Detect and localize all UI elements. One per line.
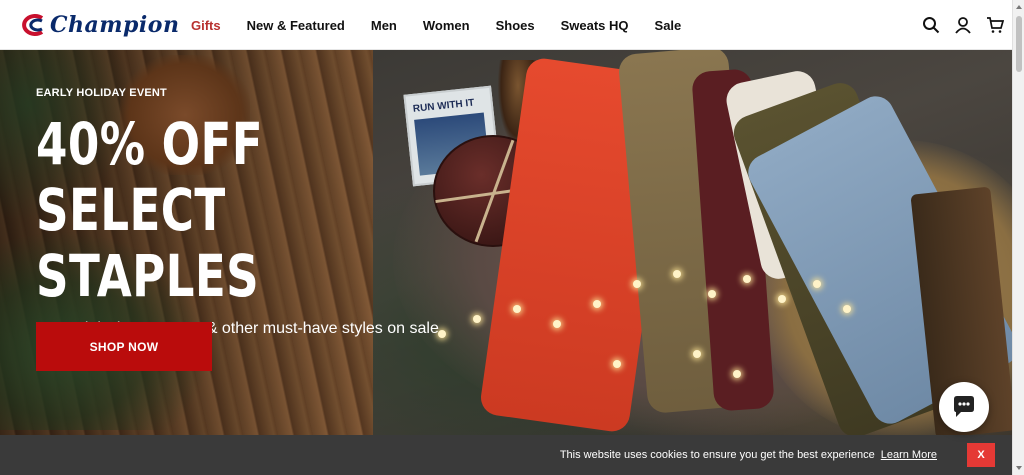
cart-icon[interactable] <box>986 16 1004 34</box>
scroll-down-arrow-icon[interactable] <box>1016 466 1022 470</box>
hero-banner: RUN WITH IT EARLY HOLIDAY EVENT 40% OFF … <box>0 50 1012 435</box>
nav-item-women[interactable]: Women <box>423 18 470 33</box>
logo-wordmark: Champion <box>50 12 180 38</box>
nav-item-men[interactable]: Men <box>371 18 397 33</box>
chat-bubble-icon <box>954 396 974 417</box>
champion-logo[interactable]: Champion <box>20 9 179 41</box>
string-lights-decor <box>433 220 853 380</box>
shop-now-button[interactable]: SHOP NOW <box>36 322 212 371</box>
account-icon[interactable] <box>954 16 972 34</box>
nav-item-new-featured[interactable]: New & Featured <box>247 18 345 33</box>
main-nav: Gifts New & Featured Men Women Shoes Swe… <box>178 0 694 50</box>
hero-eyebrow: EARLY HOLIDAY EVENT <box>36 87 167 99</box>
chat-button[interactable] <box>939 382 989 432</box>
champion-c-logo-icon <box>22 14 44 36</box>
hero-copy: EARLY HOLIDAY EVENT 40% OFF SELECT STAPL… <box>36 87 476 341</box>
headline-line-2: SELECT STAPLES <box>36 176 260 310</box>
nav-item-shoes[interactable]: Shoes <box>496 18 535 33</box>
cookie-close-button[interactable]: X <box>967 443 995 467</box>
scrollbar-thumb[interactable] <box>1016 16 1022 72</box>
header-actions <box>922 0 1004 50</box>
nav-item-sweats-hq[interactable]: Sweats HQ <box>561 18 629 33</box>
nav-item-sale[interactable]: Sale <box>655 18 682 33</box>
cookie-consent-bar: This website uses cookies to ensure you … <box>0 435 1012 475</box>
hero-headline: 40% OFF SELECT STAPLES <box>36 111 442 309</box>
nav-item-gifts[interactable]: Gifts <box>191 18 221 33</box>
learn-more-link[interactable]: Learn More <box>881 449 937 461</box>
headline-line-1: 40% OFF <box>36 110 264 178</box>
site-header: Champion Gifts New & Featured Men Women … <box>0 0 1012 50</box>
scroll-up-arrow-icon[interactable] <box>1016 5 1022 9</box>
search-icon[interactable] <box>922 16 940 34</box>
page-scrollbar[interactable] <box>1012 0 1024 475</box>
cookie-message: This website uses cookies to ensure you … <box>559 449 875 461</box>
